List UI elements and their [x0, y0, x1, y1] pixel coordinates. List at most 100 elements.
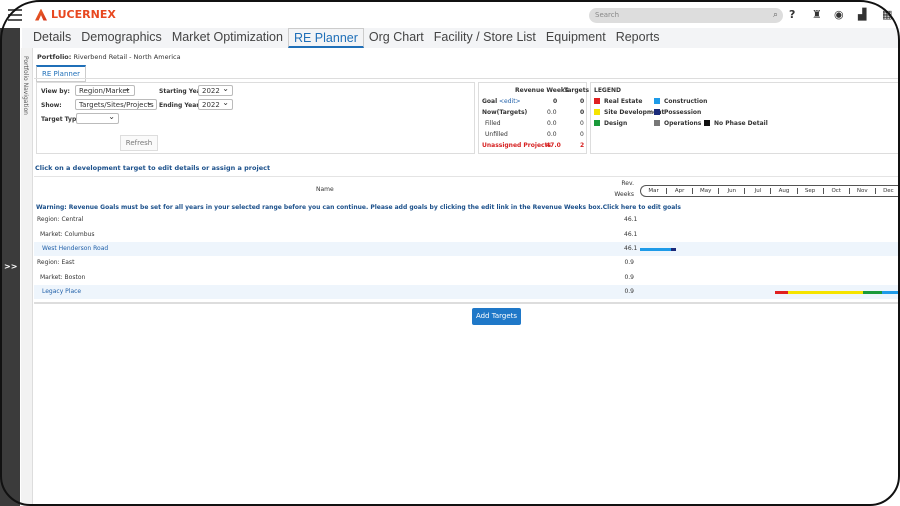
filled-targets: 0	[580, 120, 584, 127]
target-link[interactable]: Legacy Place	[42, 285, 81, 299]
target-link[interactable]: West Henderson Road	[42, 242, 108, 256]
phase-bar-possession[interactable]	[670, 248, 677, 251]
search-icon[interactable]: ⌕	[773, 10, 778, 20]
legend-swatch	[594, 120, 600, 126]
group-label: Market: Boston	[40, 274, 86, 281]
rev-weeks-value: 46.1	[624, 245, 638, 252]
tab-details[interactable]: Details	[28, 28, 76, 48]
starting-year-select[interactable]: 2022	[198, 84, 233, 96]
org-icon[interactable]: ♜	[812, 8, 822, 21]
eye-icon[interactable]: ◉	[834, 8, 844, 21]
table-row: Region: Central 46.1	[34, 213, 900, 227]
starting-year-value: 2022	[202, 87, 220, 95]
legend-construction: Construction	[654, 98, 707, 105]
collapsed-sidebar: >>	[0, 28, 20, 506]
legend-label: Possession	[664, 109, 702, 116]
planner-table: Name Rev. Weeks Mar Apr May Jun Jul Aug Sep Oct…	[34, 176, 900, 304]
portfolio-line: Portfolio: Riverbend Retail - North Amer…	[37, 53, 181, 61]
re-planner-content: Portfolio: Riverbend Retail - North Amer…	[34, 48, 900, 506]
subtab-re-planner[interactable]: RE Planner	[36, 65, 87, 82]
legend-title: LEGEND	[594, 87, 621, 94]
logo-mark-icon	[35, 8, 47, 21]
timeline-months: Mar Apr May Jun Jul Aug Sep Oct Nov Dec	[640, 185, 900, 197]
month-label-apr: Apr	[667, 188, 694, 194]
unfilled-label: Unfilled	[485, 131, 508, 138]
legend-no-phase-detail: No Phase Detail	[704, 120, 768, 127]
phase-bar-site-development[interactable]	[787, 291, 863, 294]
rev-weeks-value: 0.9	[624, 274, 634, 281]
tab-reports[interactable]: Reports	[611, 28, 665, 48]
legend-possession: Possession	[654, 109, 701, 116]
rev-weeks-header-1: Rev.	[621, 180, 634, 187]
month-label-jun: Jun	[719, 188, 746, 194]
month-label-jul: Jul	[745, 188, 772, 194]
month-label-dec: Dec	[876, 188, 900, 194]
ending-year-label: Ending Year:	[159, 102, 202, 109]
table-row: Region: East 0.9	[34, 256, 900, 270]
legend-panel: LEGEND Real Estate Construction Site Dev…	[590, 82, 900, 154]
legend-swatch	[654, 98, 660, 104]
phase-bar-construction[interactable]	[640, 248, 671, 251]
tab-equipment[interactable]: Equipment	[541, 28, 611, 48]
legend-swatch	[654, 109, 660, 115]
main-tabs: Details Demographics Market Optimization…	[22, 28, 900, 48]
portfolio-label: Portfolio:	[37, 53, 72, 61]
tab-org-chart[interactable]: Org Chart	[364, 28, 429, 48]
rev-weeks-value: 46.1	[624, 216, 638, 223]
tab-re-planner[interactable]: RE Planner	[287, 28, 364, 48]
view-by-label: View by:	[41, 88, 70, 95]
show-value: Targets/Sites/Projects	[79, 101, 154, 109]
hamburger-menu-icon[interactable]	[8, 9, 22, 21]
edit-goal-link[interactable]: <edit>	[499, 98, 521, 105]
unassigned-label[interactable]: Unassigned Projects	[482, 142, 551, 149]
rev-weeks-value: 0.9	[624, 259, 634, 266]
table-row[interactable]: Legacy Place 0.9	[34, 285, 900, 299]
filled-label: Filled	[485, 120, 501, 127]
goal-targets: 0	[580, 98, 585, 105]
ending-year-select[interactable]: 2022	[198, 98, 233, 110]
instruction-text: Click on a development target to edit de…	[35, 164, 271, 172]
month-label-aug: Aug	[771, 188, 798, 194]
legend-design: Design	[594, 120, 627, 127]
goal-label: Goal	[482, 98, 498, 105]
rev-weeks-header-2: Weeks	[614, 191, 634, 198]
portfolio-value: Riverbend Retail - North America	[73, 53, 181, 61]
month-label-may: May	[693, 188, 720, 194]
filled-weeks: 0.0	[547, 120, 557, 127]
group-label: Region: East	[37, 259, 75, 266]
month-label-nov: Nov	[850, 188, 876, 194]
tab-facility-store-list[interactable]: Facility / Store List	[429, 28, 541, 48]
target-type-select[interactable]	[76, 112, 119, 124]
add-targets-button[interactable]: Add Targets	[472, 308, 521, 325]
goal-weeks: 0	[553, 98, 558, 105]
view-by-select[interactable]: Region/Market	[75, 84, 135, 96]
expand-sidebar-button[interactable]: >>	[4, 262, 17, 271]
rev-weeks-value: 46.1	[624, 231, 638, 238]
legend-operations: Operations	[654, 120, 701, 127]
phase-bar-design[interactable]	[862, 291, 883, 294]
legend-swatch	[594, 98, 600, 104]
show-select[interactable]: Targets/Sites/Projects	[75, 98, 157, 110]
legend-real-estate: Real Estate	[594, 98, 642, 105]
portfolio-navigation-panel[interactable]: Portfolio Navigation	[21, 48, 33, 506]
tab-market-optimization[interactable]: Market Optimization	[167, 28, 288, 48]
grid-icon[interactable]: ▦	[882, 8, 892, 21]
phase-bar-real-estate[interactable]	[775, 291, 788, 294]
refresh-button[interactable]: Refresh	[120, 135, 158, 151]
edit-goals-link[interactable]: Click here to edit goals	[603, 204, 681, 211]
search-input[interactable]: Search ⌕	[589, 8, 783, 23]
table-row: Market: Boston 0.9	[34, 271, 900, 285]
chart-icon[interactable]: ▟	[858, 8, 866, 21]
month-label-sep: Sep	[798, 188, 824, 194]
now-weeks: 0.0	[547, 109, 557, 116]
tab-demographics[interactable]: Demographics	[76, 28, 167, 48]
phase-bar-construction[interactable]	[882, 291, 900, 294]
revenue-weeks-panel: Revenue Weeks Targets Goal <edit> 0 0 Now(T…	[478, 82, 589, 154]
legend-label: No Phase Detail	[714, 120, 768, 127]
rev-weeks-value: 0.9	[624, 288, 634, 295]
logo[interactable]: LUCERNEX	[35, 8, 116, 21]
table-row[interactable]: West Henderson Road 46.1	[34, 242, 900, 256]
legend-label: Operations	[664, 120, 702, 127]
view-by-value: Region/Market	[79, 87, 130, 95]
help-icon[interactable]: ?	[789, 8, 795, 21]
